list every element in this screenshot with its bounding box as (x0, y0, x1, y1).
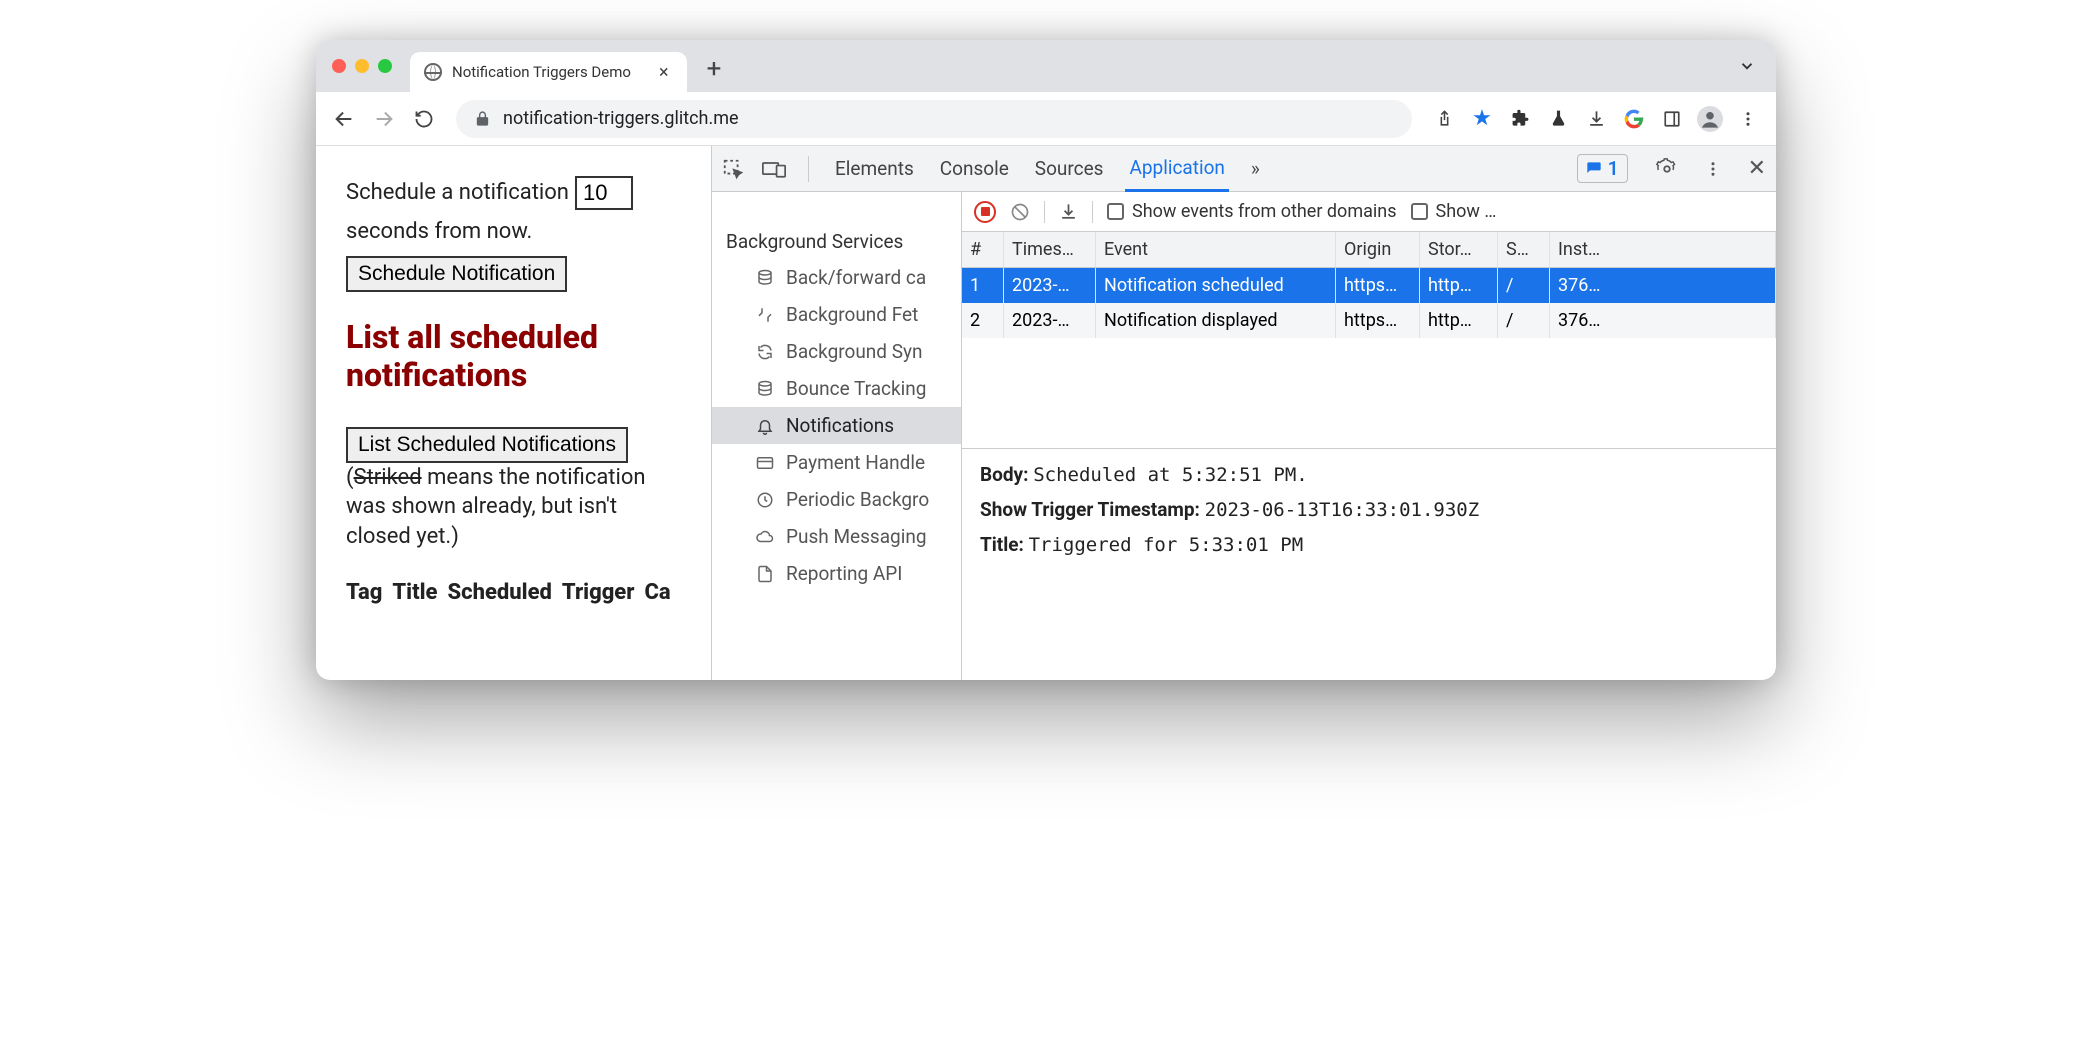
url-input[interactable]: notification-triggers.glitch.me (456, 100, 1412, 138)
note-text: (Striked means the notification was show… (346, 463, 681, 552)
list-scheduled-button[interactable]: List Scheduled Notifications (346, 427, 628, 463)
sidebar-item-background-fetch[interactable]: Background Fet (712, 296, 961, 333)
table-row[interactable]: 2 2023-… Notification displayed https… h… (962, 303, 1776, 338)
reload-button[interactable] (406, 101, 442, 137)
fetch-icon (754, 304, 776, 326)
tab-strip: Notification Triggers Demo × + (316, 40, 1776, 92)
toolbar-actions: ★ (1426, 101, 1766, 137)
application-sidebar: Background Services Back/forward ca Back… (712, 192, 962, 680)
sidebar-item-reporting-api[interactable]: Reporting API (712, 555, 961, 592)
devtools-menu-icon[interactable] (1704, 160, 1722, 178)
card-icon (754, 452, 776, 474)
browser-window: Notification Triggers Demo × + notificat… (316, 40, 1776, 680)
devtools-settings-icon[interactable] (1656, 158, 1678, 180)
sync-icon (754, 341, 776, 363)
share-icon[interactable] (1426, 101, 1462, 137)
download-events-button[interactable] (1059, 202, 1078, 221)
lock-icon (474, 110, 491, 127)
events-table: # Times… Event Origin Stor… S… Inst… 1 2… (962, 232, 1776, 449)
event-details: Body: Scheduled at 5:32:51 PM. Show Trig… (962, 449, 1776, 570)
page-heading: List all scheduled notifications (346, 318, 681, 395)
url-text: notification-triggers.glitch.me (503, 108, 739, 129)
labs-icon[interactable] (1540, 101, 1576, 137)
sidebar-section-header: Background Services (712, 224, 961, 259)
browser-menu-icon[interactable] (1730, 101, 1766, 137)
close-tab-icon[interactable]: × (659, 62, 669, 83)
downloads-icon[interactable] (1578, 101, 1614, 137)
seconds-input[interactable] (575, 176, 633, 210)
record-button[interactable] (974, 201, 996, 223)
table-row[interactable]: 1 2023-… Notification scheduled https… h… (962, 268, 1776, 303)
file-icon (754, 563, 776, 585)
bookmark-star-icon[interactable]: ★ (1464, 101, 1500, 137)
notifications-table-header: Tag Title Scheduled Trigger Ca (346, 580, 681, 605)
show-other-domains-checkbox[interactable]: Show events from other domains (1107, 201, 1397, 222)
schedule-label-pre: Schedule a notification (346, 177, 569, 209)
extensions-icon[interactable] (1502, 101, 1538, 137)
schedule-label-post: seconds from now. (346, 216, 532, 248)
cloud-icon (754, 526, 776, 548)
new-tab-button[interactable]: + (707, 54, 722, 84)
tabs-overflow-icon[interactable]: » (1247, 147, 1264, 190)
sidebar-item-notifications[interactable]: Notifications (712, 407, 961, 444)
google-icon[interactable] (1616, 101, 1652, 137)
table-header-row: # Times… Event Origin Stor… S… Inst… (962, 232, 1776, 268)
close-window-button[interactable] (332, 59, 346, 73)
nav-back-button[interactable] (326, 101, 362, 137)
notifications-panel: Show events from other domains Show … # … (962, 192, 1776, 680)
clear-button[interactable] (1010, 202, 1030, 222)
tab-sources[interactable]: Sources (1031, 147, 1108, 190)
browser-tab[interactable]: Notification Triggers Demo × (410, 52, 687, 92)
address-bar: notification-triggers.glitch.me ★ (316, 92, 1776, 146)
device-toggle-icon[interactable] (762, 159, 786, 179)
nav-forward-button[interactable] (366, 101, 402, 137)
schedule-notification-button[interactable]: Schedule Notification (346, 256, 567, 292)
sidebar-item-background-sync[interactable]: Background Syn (712, 333, 961, 370)
tab-application[interactable]: Application (1125, 146, 1228, 192)
devtools-close-icon[interactable]: ✕ (1748, 156, 1766, 181)
bell-icon (754, 415, 776, 437)
events-toolbar: Show events from other domains Show … (962, 192, 1776, 232)
inspect-icon[interactable] (722, 158, 744, 180)
tabs-menu-icon[interactable] (1738, 57, 1756, 75)
profile-icon[interactable] (1692, 101, 1728, 137)
page-content: Schedule a notification seconds from now… (316, 146, 711, 680)
minimize-window-button[interactable] (355, 59, 369, 73)
sidebar-item-back-forward-cache[interactable]: Back/forward ca (712, 259, 961, 296)
sidebar-item-push-messaging[interactable]: Push Messaging (712, 518, 961, 555)
tab-console[interactable]: Console (936, 147, 1013, 190)
sidebar-item-bounce-tracking[interactable]: Bounce Tracking (712, 370, 961, 407)
tab-elements[interactable]: Elements (831, 147, 918, 190)
issues-badge[interactable]: 1 (1577, 154, 1628, 183)
sidebar-item-payment-handler[interactable]: Payment Handle (712, 444, 961, 481)
devtools-tabs: Elements Console Sources Application » 1… (712, 146, 1776, 192)
globe-icon (424, 63, 442, 81)
database-icon (754, 378, 776, 400)
tab-title: Notification Triggers Demo (452, 63, 631, 81)
clock-icon (754, 489, 776, 511)
reading-list-icon[interactable] (1654, 101, 1690, 137)
maximize-window-button[interactable] (378, 59, 392, 73)
window-controls (332, 59, 392, 73)
sidebar-item-periodic-sync[interactable]: Periodic Backgro (712, 481, 961, 518)
show-checkbox-2[interactable]: Show … (1411, 201, 1497, 222)
database-icon (754, 267, 776, 289)
devtools-panel: Elements Console Sources Application » 1… (711, 146, 1776, 680)
